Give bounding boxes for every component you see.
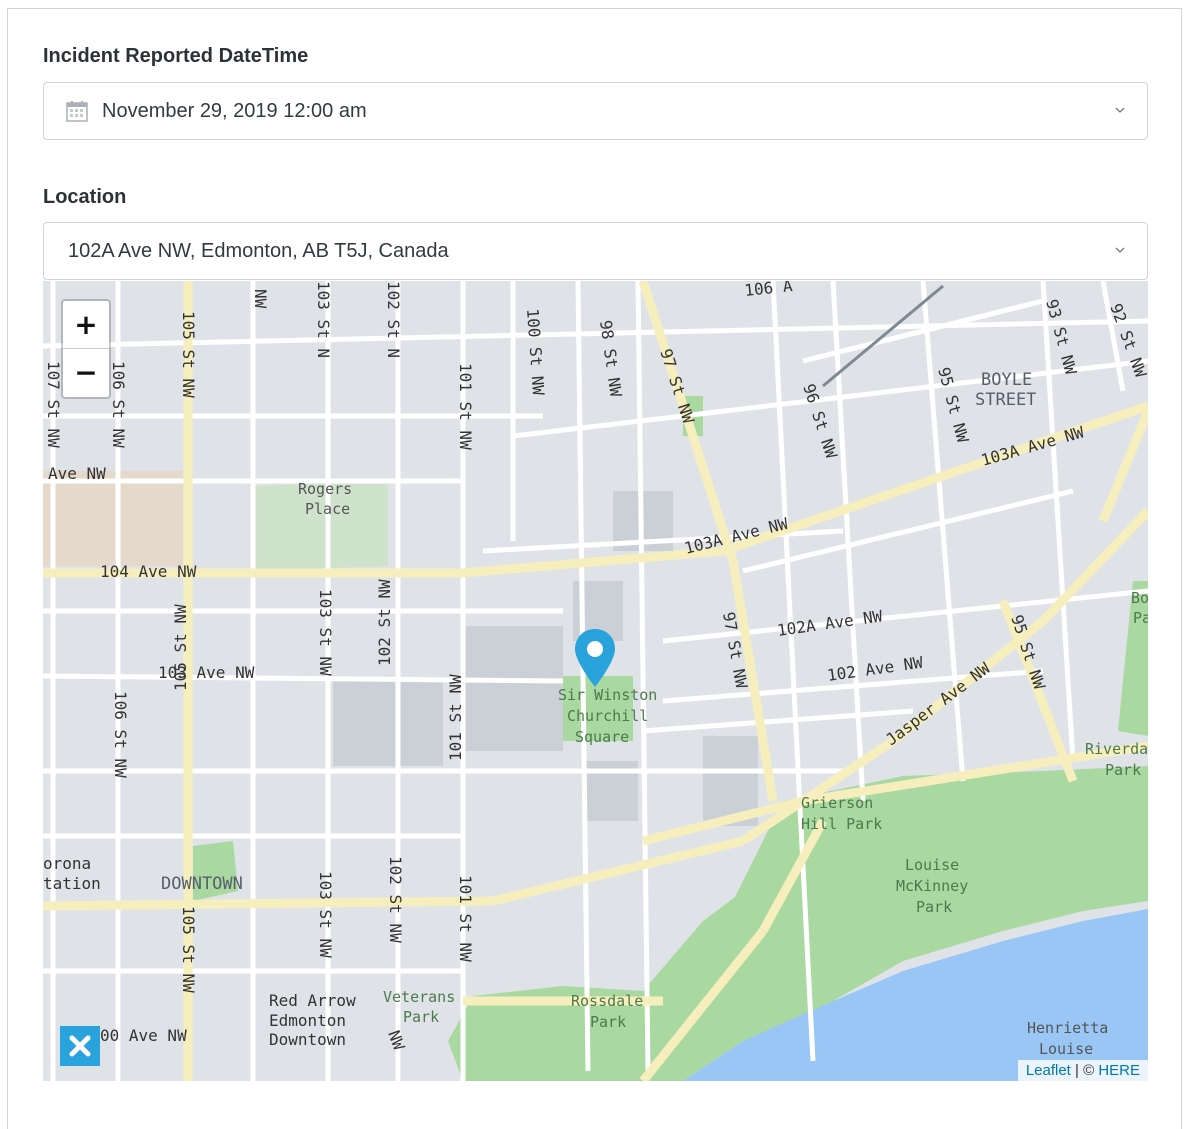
neighbourhood-label: STREET — [975, 390, 1036, 410]
street-label: 104 Ave NW — [100, 562, 197, 581]
place-label: Red Arrow — [269, 991, 356, 1010]
place-label: Rossdale — [571, 992, 643, 1010]
street-label: 103 St NW — [316, 871, 335, 958]
place-label: Riverda — [1085, 740, 1148, 758]
location-label: Location — [43, 186, 127, 208]
neighbourhood-label: BOYLE — [981, 370, 1032, 390]
place-label: Louise — [905, 856, 959, 874]
place-label: Sir Winston — [558, 686, 657, 704]
location-select[interactable]: 102A Ave NW, Edmonton, AB T5J, Canada — [43, 222, 1148, 280]
place-label: Downtown — [269, 1030, 346, 1049]
place-label: Park — [403, 1008, 439, 1026]
street-label: 101 St NW — [456, 875, 475, 962]
street-label: 105 St NW — [179, 311, 198, 398]
street-label: 105 St NW — [171, 604, 190, 691]
place-label: Churchill — [567, 707, 648, 725]
place-label: Edmonton — [269, 1011, 346, 1030]
street-label: Ave NW — [48, 464, 106, 483]
zoom-out-button[interactable]: − — [63, 349, 109, 397]
street-label: 106 St NW — [109, 361, 128, 448]
place-label: Pa — [1133, 609, 1148, 627]
street-label: 105 St NW — [179, 906, 198, 993]
place-label: Rogers — [298, 480, 352, 498]
street-label: 101 St NW — [456, 363, 475, 450]
map-tiles[interactable]: 106 A 107 St NW 106 St NW 105 St NW NW 1… — [43, 281, 1148, 1081]
street-label: 101 St NW — [446, 674, 465, 761]
zoom-control: + − — [61, 299, 111, 399]
street-label: NW — [251, 289, 270, 309]
place-label: Hill Park — [801, 815, 882, 833]
place-label: orona — [43, 854, 91, 873]
place-label: Square — [575, 728, 629, 746]
place-label: McKinney — [896, 877, 968, 895]
place-label: Louise — [1039, 1040, 1093, 1058]
place-label: Park — [1105, 761, 1141, 779]
place-label: Henrietta — [1027, 1019, 1108, 1037]
map-view[interactable]: 106 A 107 St NW 106 St NW 105 St NW NW 1… — [43, 281, 1148, 1081]
chevron-down-icon[interactable] — [1115, 105, 1125, 115]
incident-datetime-select[interactable]: November 29, 2019 12:00 am — [43, 82, 1148, 140]
street-label: 103 St NW — [316, 589, 335, 676]
place-label: Veterans — [383, 988, 455, 1006]
street-label: 102 St NW — [386, 856, 405, 943]
street-label: 106 St NW — [111, 691, 130, 778]
place-label: Place — [305, 500, 350, 518]
street-label: 102 St NW — [375, 579, 394, 666]
calendar-icon — [66, 101, 88, 122]
street-label: 00 Ave NW — [100, 1026, 187, 1045]
street-label: 102 St N — [384, 281, 403, 358]
place-label: Grierson — [801, 794, 873, 812]
incident-datetime-value: November 29, 2019 12:00 am — [102, 99, 367, 122]
neighbourhood-label: DOWNTOWN — [161, 874, 243, 894]
place-label: Bo — [1131, 589, 1148, 607]
zoom-in-button[interactable]: + — [63, 301, 109, 349]
location-value: 102A Ave NW, Edmonton, AB T5J, Canada — [68, 239, 449, 262]
street-label: 103 St N — [314, 281, 333, 358]
place-label: Park — [916, 898, 952, 916]
map-attribution: Leaflet | © HERE — [1017, 1060, 1148, 1081]
here-link[interactable]: HERE — [1098, 1062, 1140, 1079]
close-icon — [69, 1035, 91, 1057]
close-map-button[interactable] — [60, 1026, 100, 1066]
leaflet-link[interactable]: Leaflet — [1026, 1062, 1071, 1079]
incident-datetime-label: Incident Reported DateTime — [43, 45, 309, 67]
place-label: Park — [590, 1013, 626, 1031]
land-area — [43, 471, 183, 566]
place-label: tation — [43, 874, 101, 893]
chevron-down-icon[interactable] — [1115, 245, 1125, 255]
